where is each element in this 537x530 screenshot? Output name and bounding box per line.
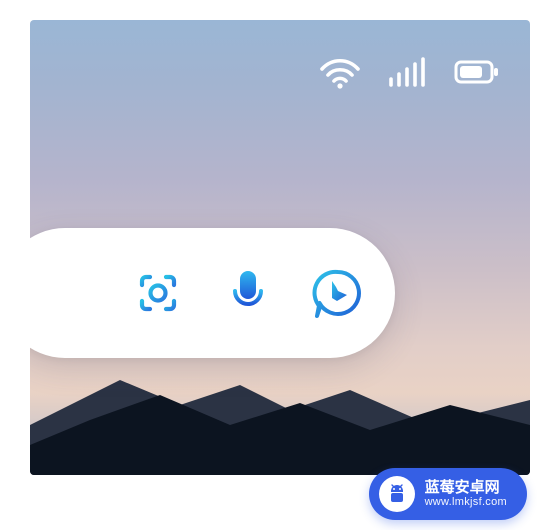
- device-screenshot: [30, 20, 530, 475]
- microphone-icon: [228, 267, 268, 319]
- voice-search-button[interactable]: [221, 266, 275, 320]
- wifi-icon: [318, 55, 362, 89]
- wallpaper-mountain-front: [30, 385, 530, 475]
- visual-search-button[interactable]: [131, 266, 185, 320]
- android-icon: [379, 476, 415, 512]
- camera-lens-icon: [134, 269, 182, 317]
- watermark-title: 蓝莓安卓网: [425, 480, 507, 497]
- watermark-url: www.lmkjsf.com: [425, 496, 507, 508]
- status-bar: [318, 55, 500, 89]
- bing-chat-button[interactable]: [311, 266, 365, 320]
- bing-chat-icon: [312, 267, 364, 319]
- watermark-badge: 蓝莓安卓网 www.lmkjsf.com: [369, 468, 527, 520]
- cellular-signal-icon: [388, 57, 428, 87]
- search-widget[interactable]: [30, 228, 395, 358]
- battery-icon: [454, 59, 500, 85]
